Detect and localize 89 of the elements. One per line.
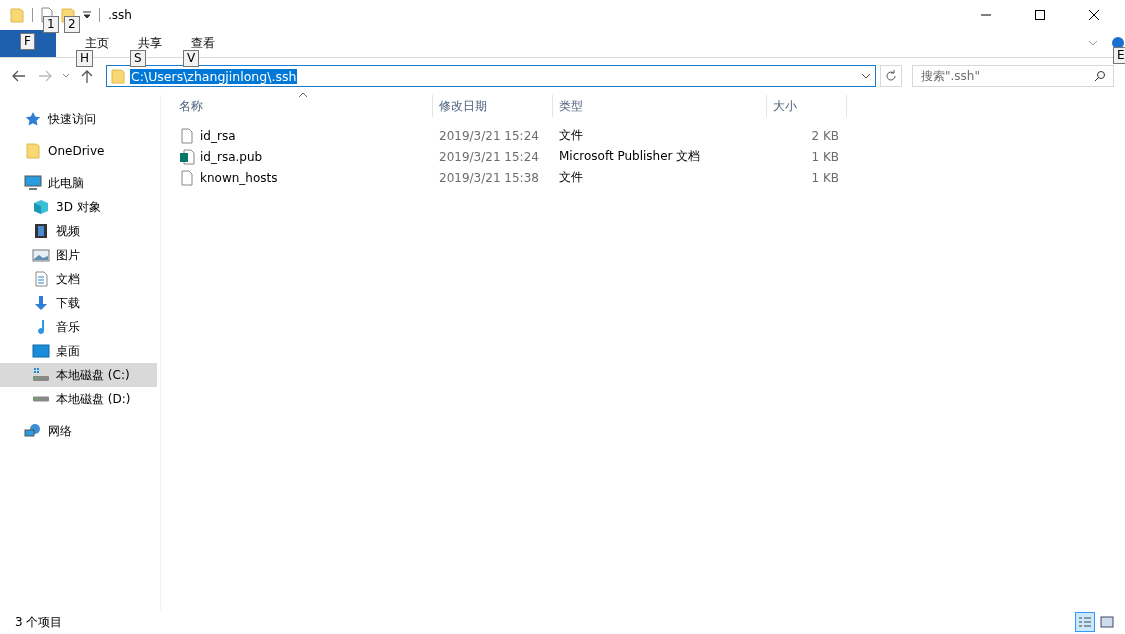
music-note-icon bbox=[37, 319, 45, 335]
sidebar-label: 音乐 bbox=[56, 318, 80, 336]
publisher-file-icon bbox=[179, 148, 195, 165]
search-field[interactable]: 搜索".ssh" bbox=[912, 65, 1114, 87]
sidebar-label: 桌面 bbox=[56, 342, 80, 360]
forward-arrow-icon bbox=[38, 70, 52, 82]
sidebar-item[interactable]: 音乐 bbox=[0, 315, 157, 339]
desktop-icon bbox=[32, 343, 50, 359]
film-icon bbox=[32, 223, 50, 239]
drive-icon bbox=[32, 367, 50, 383]
sidebar-item[interactable]: 此电脑 bbox=[0, 171, 157, 195]
close-icon bbox=[1089, 10, 1099, 20]
maximize-icon bbox=[1035, 10, 1045, 20]
sidebar-label: 本地磁盘 (C:) bbox=[56, 366, 130, 384]
date-cell-text: 2019/3/21 15:24 bbox=[438, 149, 540, 164]
file-icon bbox=[179, 169, 195, 186]
computer-icon bbox=[24, 175, 42, 191]
address-bar[interactable]: C:\Users\zhangjinlong\.ssh bbox=[106, 65, 876, 87]
type-cell-text: 文件 bbox=[558, 169, 584, 186]
drive-icon bbox=[32, 396, 50, 402]
sidebar-label: 网络 bbox=[48, 422, 72, 440]
file-name: id_rsa.pub bbox=[200, 149, 263, 164]
file-name-cell[interactable]: id_rsa bbox=[161, 127, 433, 144]
search-icon bbox=[1094, 70, 1106, 82]
document-icon bbox=[32, 271, 50, 287]
sidebar-item[interactable]: 本地磁盘 (C:) bbox=[0, 363, 157, 387]
sidebar-label: 图片 bbox=[56, 246, 80, 264]
sidebar-item[interactable]: 快速访问 bbox=[0, 107, 157, 131]
keytip-tooltip: 1 bbox=[43, 16, 59, 33]
sidebar-item[interactable]: 下载 bbox=[0, 291, 157, 315]
column-header[interactable]: 类型 bbox=[553, 95, 767, 117]
sidebar-label: 此电脑 bbox=[48, 174, 84, 192]
keytip-tooltip: E bbox=[1113, 47, 1125, 64]
keytip-tooltip: F bbox=[20, 33, 35, 50]
folder-icon bbox=[24, 143, 42, 159]
date-cell-text: 2019/3/21 15:24 bbox=[438, 128, 540, 143]
folder-icon bbox=[10, 7, 24, 23]
keytip-tooltip: S bbox=[130, 50, 146, 67]
refresh-button[interactable] bbox=[880, 65, 902, 87]
keytip-tooltip: 2 bbox=[64, 16, 80, 33]
item-count: 3 个项目 bbox=[15, 613, 63, 631]
sidebar-label: 快速访问 bbox=[48, 110, 96, 128]
size-cell-text: 2 KB bbox=[810, 128, 840, 143]
sidebar-label: 3D 对象 bbox=[56, 198, 101, 216]
minimize-icon bbox=[981, 14, 991, 16]
file-icon bbox=[179, 127, 195, 144]
file-name: known_hosts bbox=[200, 170, 278, 185]
sidebar-label: 本地磁盘 (D:) bbox=[56, 390, 131, 408]
column-header[interactable]: 大小 bbox=[767, 95, 847, 117]
type-cell-text: Microsoft Publisher 文档 bbox=[558, 148, 702, 165]
sidebar-label: 文档 bbox=[56, 270, 80, 288]
sidebar-item[interactable]: 视频 bbox=[0, 219, 157, 243]
sidebar-item[interactable]: 3D 对象 bbox=[0, 195, 157, 219]
network-icon bbox=[24, 423, 42, 439]
sidebar-item[interactable]: OneDrive bbox=[0, 139, 157, 163]
sidebar-label: 下载 bbox=[56, 294, 80, 312]
keytip-tooltip: H bbox=[76, 50, 94, 67]
sidebar-item[interactable]: 本地磁盘 (D:) bbox=[0, 387, 157, 411]
type-cell-text: 文件 bbox=[558, 127, 584, 144]
address-path: C:\Users\zhangjinlong\.ssh bbox=[130, 68, 298, 84]
details-list-icon bbox=[1078, 616, 1092, 628]
sidebar-label: 视频 bbox=[56, 222, 80, 240]
window-title: .ssh bbox=[108, 8, 132, 22]
chevron-down-icon bbox=[62, 73, 70, 79]
thumbnail-icon bbox=[1100, 616, 1114, 628]
dropdown-icon[interactable] bbox=[83, 11, 91, 19]
file-name-cell[interactable]: known_hosts bbox=[161, 169, 433, 186]
size-cell-text: 1 KB bbox=[810, 170, 840, 185]
refresh-icon bbox=[885, 70, 897, 82]
file-name-cell[interactable]: id_rsa.pub bbox=[161, 148, 433, 165]
picture-icon bbox=[32, 247, 50, 263]
sidebar-item[interactable]: 桌面 bbox=[0, 339, 157, 363]
column-header[interactable]: 修改日期 bbox=[433, 95, 553, 117]
sidebar-item[interactable]: 网络 bbox=[0, 419, 157, 443]
sort-up-icon bbox=[299, 92, 307, 97]
up-arrow-icon bbox=[81, 69, 93, 83]
sidebar-item[interactable]: 图片 bbox=[0, 243, 157, 267]
column-header[interactable]: 名称 bbox=[161, 95, 433, 117]
date-cell-text: 2019/3/21 15:38 bbox=[438, 170, 540, 185]
sidebar-item[interactable]: 文档 bbox=[0, 267, 157, 291]
file-name: id_rsa bbox=[200, 128, 236, 143]
sidebar-label: OneDrive bbox=[48, 144, 105, 158]
size-cell-text: 1 KB bbox=[810, 149, 840, 164]
star-icon bbox=[24, 111, 42, 127]
cube-icon bbox=[32, 199, 50, 215]
folder-icon bbox=[111, 68, 125, 84]
keytip-tooltip: V bbox=[183, 50, 200, 67]
chevron-down-icon[interactable] bbox=[861, 72, 871, 80]
back-arrow-icon bbox=[12, 70, 26, 82]
